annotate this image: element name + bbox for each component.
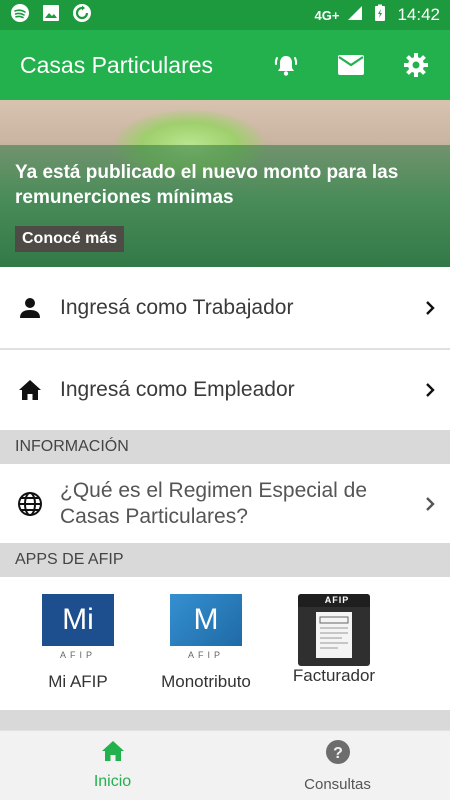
facturador-logo-text: AFIP [298,594,370,607]
spotify-icon [10,3,30,28]
nav-home[interactable]: Inicio [0,731,225,800]
app-label: Facturador [292,666,376,685]
app-label: Mi AFIP [48,672,108,691]
app-label: Monotributo [161,672,251,691]
svg-text:?: ? [333,745,343,762]
app-mi-afip[interactable]: Mi AFIP Mi AFIP [23,594,133,692]
login-employer-label: Ingresá como Empleador [60,378,295,401]
alarm-bell-icon[interactable] [272,51,300,79]
signal-icon [347,5,363,26]
mi-afip-logo-text: Mi [42,594,114,646]
network-type: 4G+ [314,7,340,23]
info-regime-label: ¿Qué es el Regimen Especial de Casas Par… [60,478,367,528]
nav-queries-label: Consultas [304,775,371,793]
banner-title: Ya está publicado el nuevo monto para la… [15,162,399,208]
login-worker-row[interactable]: Ingresá como Trabajador [0,267,450,348]
afip-apps: Mi AFIP Mi AFIP M AFIP Monotributo AFIP [0,577,450,710]
clock: 14:42 [397,5,440,24]
bottom-navigation: Inicio ? Consultas [0,730,450,800]
status-notifications [10,3,92,28]
sync-icon [72,3,92,28]
status-system: 4G+ 14:42 [315,4,440,27]
battery-charging-icon [371,4,389,27]
home-icon [0,379,60,401]
invoice-icon [316,612,352,658]
app-monotributo[interactable]: M AFIP Monotributo [151,594,261,692]
mi-afip-logo: Mi AFIP [42,594,114,660]
info-section-header: INFORMACIÓN [0,430,450,464]
nav-queries[interactable]: ? Consultas [225,731,450,800]
settings-gear-icon[interactable] [402,51,430,79]
person-icon [0,297,60,319]
mail-icon[interactable] [337,51,365,79]
learn-more-button[interactable]: Conocé más [15,226,125,252]
chevron-right-icon [410,382,450,398]
info-regime-row[interactable]: ¿Qué es el Regimen Especial de Casas Par… [0,464,450,543]
home-icon [101,740,125,767]
globe-icon [0,491,60,517]
monotributo-logo: M AFIP [170,594,242,660]
app-title: Casas Particulares [20,51,214,78]
facturador-logo-box: AFIP [298,594,370,666]
login-worker-label: Ingresá como Trabajador [60,295,294,319]
monotributo-logo-sub: AFIP [187,650,224,660]
chevron-right-icon [410,300,450,316]
app-bar: Casas Particulares [0,30,450,100]
mi-afip-logo-sub: AFIP [59,650,96,660]
apps-section-header: APPS DE AFIP [0,543,450,577]
chevron-right-icon [410,496,450,512]
help-circle-icon: ? [325,739,351,770]
status-bar: 4G+ 14:42 [0,0,450,30]
login-employer-row[interactable]: Ingresá como Empleador [0,350,450,430]
monotributo-logo-text: M [170,594,242,646]
facturador-logo: AFIP [298,594,370,666]
app-bar-actions [272,51,430,79]
app-facturador[interactable]: AFIP Facturador [279,594,389,686]
image-icon [42,4,60,27]
nav-home-label: Inicio [93,773,132,790]
